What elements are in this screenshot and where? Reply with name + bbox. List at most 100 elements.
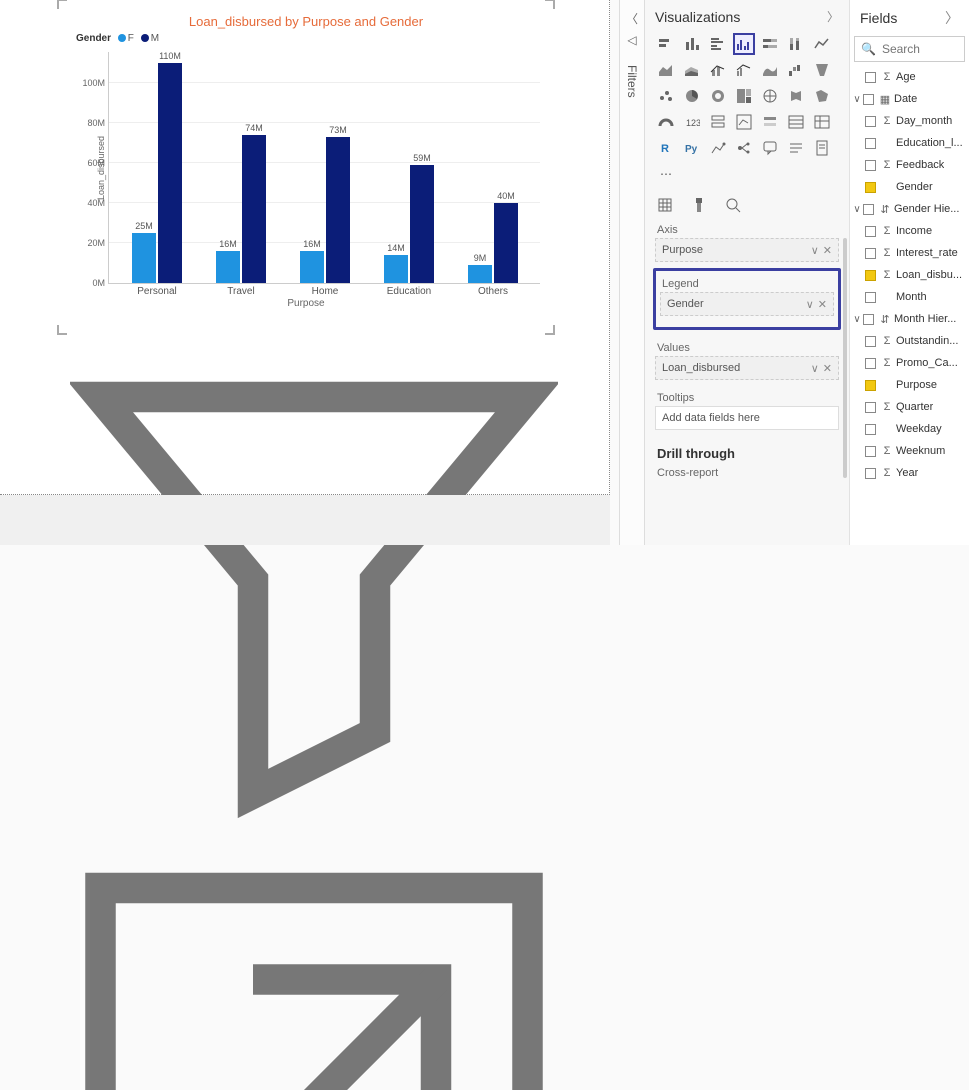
viz-waterfall-icon[interactable]: [785, 59, 807, 81]
viz-card-icon[interactable]: 123: [681, 111, 703, 133]
field-dropdown-icon[interactable]: ∨: [811, 363, 819, 375]
field-checkbox[interactable]: [865, 336, 876, 347]
resize-handle-bl[interactable]: [57, 325, 67, 335]
field-checkbox[interactable]: [865, 72, 876, 83]
bar-m[interactable]: [326, 137, 350, 283]
viz-clustered-bar-icon[interactable]: [707, 33, 729, 55]
axis-field-well[interactable]: Purpose ∨✕: [655, 238, 839, 262]
field-interest[interactable]: Interest_rate: [896, 247, 958, 259]
field-dropdown-icon[interactable]: ∨: [806, 299, 814, 311]
field-remove-icon[interactable]: ✕: [823, 245, 832, 257]
tooltips-field-well[interactable]: Add data fields here: [655, 406, 839, 430]
viz-line-clustered-column-icon[interactable]: [733, 59, 755, 81]
field-checkbox[interactable]: [865, 138, 876, 149]
field-checkbox[interactable]: [863, 314, 874, 325]
viz-stacked-column-icon[interactable]: [681, 33, 703, 55]
field-age[interactable]: Age: [896, 71, 916, 83]
viz-more-icon[interactable]: ⋯: [655, 163, 677, 185]
field-remove-icon[interactable]: ✕: [823, 363, 832, 375]
field-checkbox[interactable]: [865, 380, 876, 391]
viz-100-stacked-bar-icon[interactable]: [759, 33, 781, 55]
analytics-tab-icon[interactable]: [725, 197, 741, 216]
viz-narrative-icon[interactable]: [785, 137, 807, 159]
viz-clustered-column-icon[interactable]: [733, 33, 755, 55]
bar-f[interactable]: [384, 255, 408, 283]
field-year[interactable]: Year: [896, 467, 918, 479]
field-checkbox[interactable]: [865, 226, 876, 237]
field-dropdown-icon[interactable]: ∨: [811, 245, 819, 257]
bar-f[interactable]: [300, 251, 324, 283]
field-feedback[interactable]: Feedback: [896, 159, 944, 171]
field-day-month[interactable]: Day_month: [896, 115, 952, 127]
field-checkbox[interactable]: [865, 182, 876, 193]
viz-scatter-icon[interactable]: [655, 85, 677, 107]
field-income[interactable]: Income: [896, 225, 932, 237]
bar-f[interactable]: [132, 233, 156, 283]
viz-gauge-icon[interactable]: [655, 111, 677, 133]
viz-table-icon[interactable]: [785, 111, 807, 133]
search-input[interactable]: [882, 42, 952, 56]
field-checkbox[interactable]: [865, 402, 876, 413]
field-promo[interactable]: Promo_Ca...: [896, 357, 958, 369]
viz-map-icon[interactable]: [759, 85, 781, 107]
legend-field-well[interactable]: Gender ∨✕: [660, 292, 834, 316]
filters-pane-collapsed[interactable]: 〈 ◁ Filters: [619, 0, 645, 545]
field-month[interactable]: Month: [896, 291, 927, 303]
viz-multirow-card-icon[interactable]: [707, 111, 729, 133]
bar-m[interactable]: [494, 203, 518, 283]
expand-filters-icon[interactable]: 〈: [620, 10, 644, 27]
expand-icon[interactable]: ∨: [852, 314, 862, 325]
viz-python-icon[interactable]: Py: [681, 137, 703, 159]
viz-matrix-icon[interactable]: [811, 111, 833, 133]
viz-treemap-icon[interactable]: [733, 85, 755, 107]
field-date[interactable]: Date: [894, 93, 917, 105]
field-checkbox[interactable]: [865, 160, 876, 171]
fields-tab-icon[interactable]: [657, 197, 673, 216]
viz-qna-icon[interactable]: [759, 137, 781, 159]
field-gender-hier[interactable]: Gender Hie...: [894, 203, 959, 215]
viz-pane-scrollbar[interactable]: [843, 238, 847, 478]
viz-stacked-bar-icon[interactable]: [655, 33, 677, 55]
viz-donut-icon[interactable]: [707, 85, 729, 107]
field-quarter[interactable]: Quarter: [896, 401, 933, 413]
bar-m[interactable]: [158, 63, 182, 283]
viz-kpi-icon[interactable]: [733, 111, 755, 133]
field-month-hier[interactable]: Month Hier...: [894, 313, 956, 325]
viz-line-column-icon[interactable]: [707, 59, 729, 81]
viz-filled-map-icon[interactable]: [785, 85, 807, 107]
viz-stacked-area-icon[interactable]: [681, 59, 703, 81]
viz-line-icon[interactable]: [811, 33, 833, 55]
field-remove-icon[interactable]: ✕: [818, 299, 827, 311]
bar-f[interactable]: [216, 251, 240, 283]
viz-shape-map-icon[interactable]: [811, 85, 833, 107]
field-checkbox[interactable]: [865, 248, 876, 259]
bar-m[interactable]: [242, 135, 266, 283]
field-checkbox[interactable]: [865, 270, 876, 281]
format-tab-icon[interactable]: [691, 197, 707, 216]
resize-handle-br[interactable]: [545, 325, 555, 335]
field-checkbox[interactable]: [865, 424, 876, 435]
field-checkbox[interactable]: [863, 94, 874, 105]
bar-f[interactable]: [468, 265, 492, 283]
field-checkbox[interactable]: [865, 292, 876, 303]
collapse-fields-icon[interactable]: 〉: [945, 8, 959, 28]
resize-handle-tl[interactable]: [57, 0, 67, 9]
collapse-viz-icon[interactable]: 〉: [827, 8, 839, 25]
field-checkbox[interactable]: [865, 358, 876, 369]
viz-slicer-icon[interactable]: [759, 111, 781, 133]
expand-icon[interactable]: ∨: [852, 204, 862, 215]
field-checkbox[interactable]: [865, 468, 876, 479]
field-purpose[interactable]: Purpose: [896, 379, 937, 391]
viz-funnel-icon[interactable]: [811, 59, 833, 81]
viz-decomposition-icon[interactable]: [733, 137, 755, 159]
field-checkbox[interactable]: [865, 116, 876, 127]
viz-r-icon[interactable]: R: [655, 137, 677, 159]
field-loan-disbursed[interactable]: Loan_disbu...: [896, 269, 962, 281]
viz-area-icon[interactable]: [655, 59, 677, 81]
field-gender[interactable]: Gender: [896, 181, 933, 193]
field-education[interactable]: Education_l...: [896, 137, 963, 149]
field-outstanding[interactable]: Outstandin...: [896, 335, 958, 347]
field-checkbox[interactable]: [865, 446, 876, 457]
report-canvas[interactable]: Loan_disbursed by Purpose and Gender Gen…: [0, 0, 610, 495]
resize-handle-tr[interactable]: [545, 0, 555, 9]
